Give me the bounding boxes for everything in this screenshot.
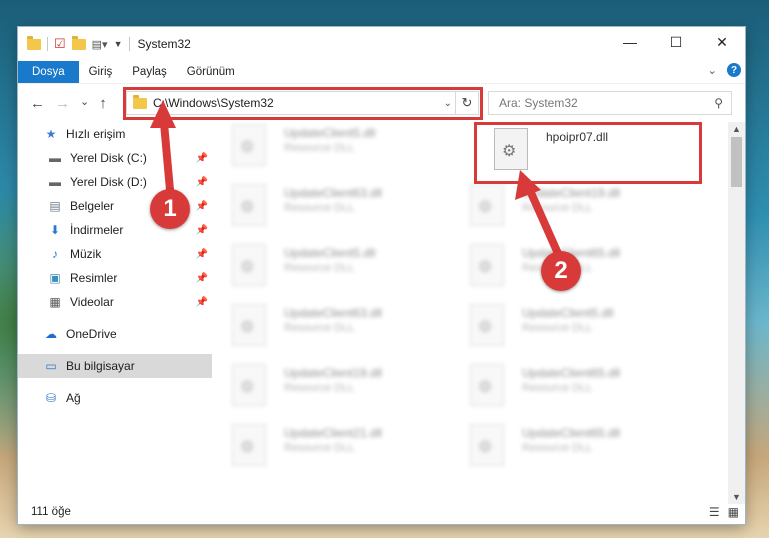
annotation-arrows <box>150 100 564 260</box>
arrow-to-file <box>524 184 564 260</box>
step-badge-1: 1 <box>150 189 190 229</box>
step-badge-2: 2 <box>541 251 581 291</box>
arrowhead-up-icon <box>150 100 176 128</box>
